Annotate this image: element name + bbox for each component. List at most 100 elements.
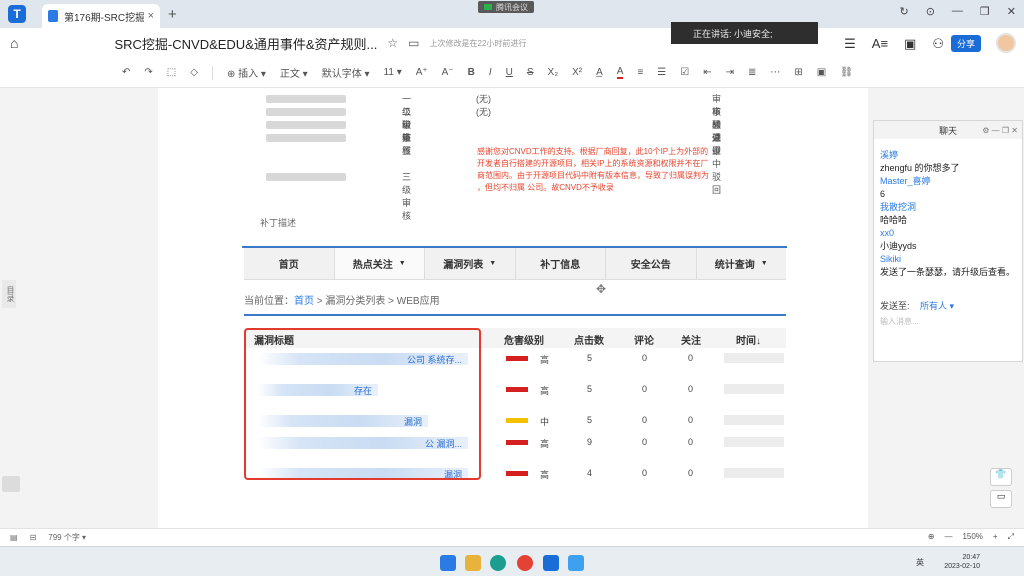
close-button[interactable]: ✕	[1007, 5, 1016, 18]
severity-label: 高	[540, 386, 550, 396]
toolbox-icon[interactable]: ▭	[990, 490, 1012, 508]
collaborators-icon[interactable]: ⚇	[932, 36, 944, 52]
highlight-icon[interactable]: A̲	[596, 67, 603, 78]
font-style-icon[interactable]: A≡	[872, 36, 888, 52]
page-view-icon[interactable]: ▤	[10, 533, 18, 542]
header-severity: 危害级别	[504, 336, 544, 347]
insert-menu[interactable]: ⊕ 插入 ▾	[227, 65, 266, 80]
font-family-select[interactable]: 默认字体 ▾	[322, 65, 370, 80]
grow-font-icon[interactable]: A⁺	[416, 67, 428, 78]
header-time: 时间↓	[736, 336, 761, 347]
file-explorer-icon[interactable]	[465, 555, 481, 571]
user-avatar[interactable]	[996, 33, 1016, 53]
minimize-button[interactable]: —	[952, 5, 963, 18]
meeting-label: 腾讯会议	[496, 2, 528, 12]
system-clock[interactable]: 20:47 2023-02-10	[944, 553, 980, 571]
locate-icon[interactable]: ⊕	[928, 532, 935, 542]
bold-button[interactable]: B	[468, 67, 475, 78]
chat-sender: Sikiki	[880, 254, 902, 264]
outline-toggle[interactable]: 目录	[2, 280, 16, 308]
clock-date: 2023-02-10	[944, 563, 980, 570]
indent-icon[interactable]: ⇥	[726, 67, 734, 78]
zoom-in-button[interactable]: +	[993, 532, 998, 542]
move-handle-icon[interactable]: ✥	[596, 282, 606, 296]
paragraph-style-select[interactable]: 正文 ▾	[280, 65, 308, 80]
tab-title: 第176期-SRC挖掘-CNV...	[64, 12, 144, 24]
recipient-select[interactable]: 所有人 ▾	[920, 301, 954, 311]
folder-icon[interactable]: ▭	[408, 36, 419, 50]
home-icon[interactable]: ⌂	[10, 35, 18, 51]
line-spacing-icon[interactable]: ≣	[748, 67, 756, 78]
outdent-icon[interactable]: ⇤	[703, 67, 711, 78]
subscript-button[interactable]: X₂	[548, 67, 559, 78]
zoom-level[interactable]: 150%	[962, 532, 982, 542]
new-tab-button[interactable]: +	[168, 6, 177, 23]
review-status: 驳回	[712, 172, 722, 195]
chrome-icon[interactable]	[517, 555, 533, 571]
meeting-camera-icon	[484, 4, 492, 10]
review-level: 处置	[402, 133, 412, 156]
tab-close-button[interactable]: ×	[148, 10, 154, 22]
severity-label: 中	[540, 417, 550, 427]
link-icon[interactable]: ⛓	[840, 67, 853, 78]
redo-icon[interactable]: ↷	[144, 67, 152, 78]
share-button[interactable]: 分享	[951, 35, 981, 52]
comment-count: 0	[642, 437, 648, 447]
nav-label: 热点关注	[352, 260, 393, 271]
docs-app-icon[interactable]	[543, 555, 559, 571]
severity-bar	[506, 440, 528, 445]
menu-icon[interactable]: ☰	[844, 36, 856, 52]
present-icon[interactable]: ▣	[904, 36, 916, 52]
align-icon[interactable]: ≡	[637, 67, 643, 78]
italic-button[interactable]: I	[489, 67, 492, 78]
shrink-font-icon[interactable]: A⁻	[442, 67, 454, 78]
fullscreen-icon[interactable]: ⤢	[1008, 532, 1014, 542]
chat-input[interactable]: 输入消息...	[880, 316, 919, 327]
meeting-app-icon[interactable]	[568, 555, 584, 571]
follow-count: 0	[688, 384, 694, 394]
word-count[interactable]: 799 个字 ▾	[48, 532, 86, 543]
redacted-block	[266, 173, 346, 181]
caret-down-icon: ▼	[398, 260, 406, 267]
clear-format-icon[interactable]: ◇	[190, 67, 198, 78]
document-title[interactable]: SRC挖掘-CNVD&EDU&通用事件&资产规则...	[114, 34, 377, 53]
strikethrough-button[interactable]: S	[527, 67, 534, 78]
underline-button[interactable]: U	[506, 67, 513, 78]
document-page[interactable]: 一级审核 (无) 审核通过 二级审核 (无) 审核通过 验证 验证中 处置 处置…	[158, 88, 868, 528]
severity-label: 高	[540, 439, 550, 449]
breadcrumb-path: > 漏洞分类列表 > WEB应用	[314, 296, 440, 307]
refresh-icon[interactable]: ↻	[899, 5, 908, 18]
chat-panel[interactable]: 聊天 ⚙ — ❐ ✕ 溪婷 zhengfu 的你想多了 Master_喜婷 6 …	[873, 120, 1023, 362]
severity-label: 高	[540, 355, 550, 365]
follow-count: 0	[688, 353, 694, 363]
toolbar-divider	[211, 65, 213, 80]
ime-indicator[interactable]: 英	[916, 557, 924, 568]
app-logo-icon[interactable]: T	[8, 5, 26, 23]
font-color-icon[interactable]: A	[616, 66, 624, 79]
document-icon	[48, 10, 58, 22]
checklist-icon[interactable]: ☑	[680, 67, 689, 78]
settings-icon[interactable]: ⊙	[926, 5, 935, 18]
table-icon[interactable]: ⊞	[794, 67, 802, 78]
browser-tab[interactable]: 第176期-SRC挖掘-CNV... ×	[42, 4, 160, 28]
more-icon[interactable]: ⋯	[770, 67, 780, 78]
undo-icon[interactable]: ↶	[122, 67, 130, 78]
redacted-time	[724, 437, 784, 447]
width-icon[interactable]: ⊟	[30, 533, 37, 542]
chat-window-controls[interactable]: ⚙ — ❐ ✕	[982, 126, 1018, 135]
meeting-indicator[interactable]: 腾讯会议	[478, 1, 534, 13]
maximize-button[interactable]: ❐	[980, 5, 990, 18]
image-icon[interactable]: ▣	[817, 67, 826, 78]
superscript-button[interactable]: X²	[572, 67, 582, 78]
zoom-out-button[interactable]: —	[944, 532, 952, 542]
format-painter-icon[interactable]: ⬚	[167, 67, 176, 78]
list-icon[interactable]: ☰	[657, 67, 666, 78]
start-icon[interactable]	[440, 555, 456, 571]
list-toggle-button[interactable]	[2, 476, 20, 492]
font-size-select[interactable]: 11 ▾	[384, 67, 402, 78]
chat-message: zhengfu 的你想多了	[880, 163, 960, 173]
edge-icon[interactable]	[490, 555, 506, 571]
severity-label: 高	[540, 470, 550, 480]
skin-icon[interactable]: 👕	[990, 468, 1012, 486]
star-icon[interactable]: ☆	[387, 36, 398, 50]
